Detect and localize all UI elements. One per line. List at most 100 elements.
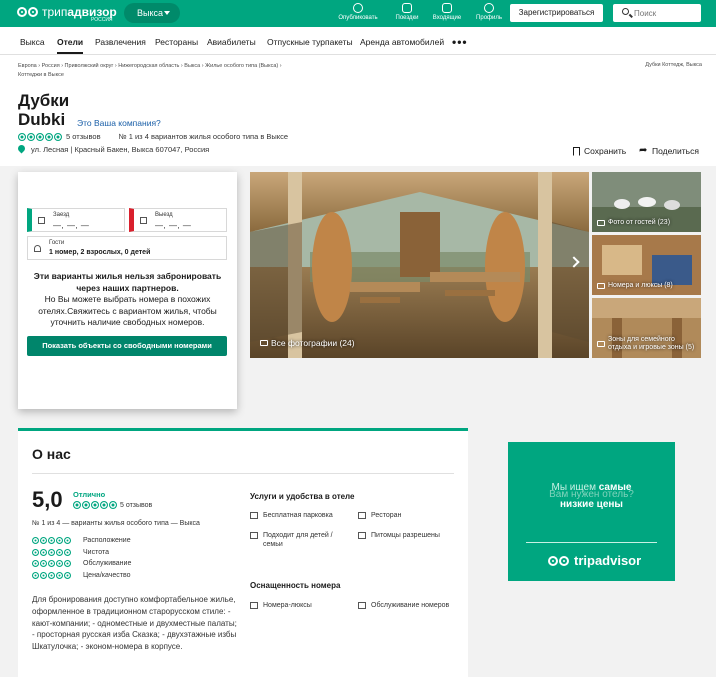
- breadcrumb-line-1[interactable]: Европа › Россия › Приволжский округ › Ни…: [18, 62, 388, 71]
- chevron-down-icon: [164, 11, 170, 15]
- amenity-label: Питомцы разрешены: [371, 532, 440, 539]
- rating-bubble-icon: [73, 501, 81, 509]
- amenity-family: Подходит для детей / семьи: [250, 531, 350, 549]
- subnav-item-hotels[interactable]: Отели: [57, 37, 83, 47]
- amenity-restaurant: Ресторан: [358, 511, 401, 520]
- about-rank[interactable]: № 1 из 4 — варианты жилья особого типа —…: [32, 520, 200, 527]
- booking-notice-title: Эти варианты жилья нельзя забронировать …: [33, 271, 222, 293]
- owl-icon: [548, 555, 570, 567]
- rating-bubble-icon: [54, 132, 62, 141]
- register-button[interactable]: Зарегистрироваться: [510, 4, 603, 22]
- checkout-field[interactable]: Выезд —, —, —: [129, 208, 227, 232]
- family-zones-thumb[interactable]: Зоны для семейного отдыха и игровые зоны…: [592, 298, 701, 358]
- ad-logo-text: tripadvisor: [574, 553, 642, 568]
- guests-label: Гости: [49, 240, 65, 246]
- rating-bubble-icon: [36, 132, 44, 141]
- rating-bubble-icon: [91, 501, 99, 509]
- paw-icon: [358, 532, 366, 539]
- main-photo[interactable]: Все фотографии (24): [250, 172, 589, 358]
- subnav-item-city[interactable]: Выкса: [20, 37, 45, 47]
- nav-profile-label: Профиль: [476, 15, 502, 21]
- search-input[interactable]: [634, 7, 694, 19]
- guest-photos-caption: Фото от гостей (23): [597, 219, 670, 227]
- ad-divider: [526, 542, 657, 543]
- sub-rating-label: Цена/качество: [83, 571, 131, 579]
- suitcase-icon: [402, 3, 412, 13]
- overall-score: 5,0: [32, 487, 63, 512]
- show-available-button[interactable]: Показать объекты со свободными номерами: [27, 336, 227, 356]
- description: Для бронирования доступно комфортабельно…: [32, 595, 237, 652]
- subnav-item-flights[interactable]: Авиабилеты: [207, 37, 256, 47]
- amenity-label: Бесплатная парковка: [263, 512, 333, 519]
- about-reviews-count[interactable]: 5 отзывов: [120, 502, 152, 509]
- room-feature-label: Номера-люксы: [263, 602, 312, 609]
- parking-icon: [250, 512, 258, 519]
- nav-inbox[interactable]: Входящие: [424, 3, 470, 21]
- checkout-label: Выезд: [155, 212, 173, 218]
- share-label: Поделиться: [652, 146, 699, 156]
- ad-subline: низкие цены: [560, 499, 623, 510]
- page-title-ru: Дубки: [18, 91, 70, 110]
- amenity-label: Подходит для детей / семьи: [263, 532, 333, 548]
- family-zones-label: Зоны для семейного отдыха и игровые зоны…: [608, 336, 695, 351]
- room-service-icon: [358, 602, 366, 609]
- booking-notice: Эти варианты жилья нельзя забронировать …: [26, 271, 229, 329]
- score-bubbles-row: 5 отзывов: [73, 501, 152, 509]
- rating-bubble-icon: [82, 501, 90, 509]
- subnav-item-packages[interactable]: Отпускные турпакеты: [267, 37, 353, 47]
- more-icon[interactable]: •••: [452, 35, 468, 49]
- rating-bubble-icon: [27, 132, 35, 141]
- search-icon: [622, 8, 629, 15]
- subnav-item-restaurants[interactable]: Рестораны: [155, 37, 198, 47]
- rooms-photos-thumb[interactable]: Номера и люксы (8): [592, 235, 701, 295]
- claim-business-link[interactable]: Это Ваша компания?: [77, 118, 161, 128]
- camera-icon: [260, 340, 268, 346]
- advertisement[interactable]: Мы ищем самые Вам нужен отель? низкие це…: [508, 442, 675, 581]
- breadcrumb-line-2[interactable]: Коттеджи в Выксе: [18, 71, 388, 80]
- sub-rating-location: Расположение: [32, 535, 131, 547]
- bookmark-icon: [573, 146, 580, 156]
- checkout-value: —, —, —: [155, 221, 192, 230]
- checkin-value: —, —, —: [53, 221, 90, 230]
- guests-field[interactable]: Гости 1 номер, 2 взрослых, 0 детей: [27, 236, 227, 260]
- restaurant-icon: [358, 512, 366, 519]
- rating-bubbles: [18, 132, 62, 141]
- geo-selector-button[interactable]: Выкса: [124, 3, 180, 23]
- map-pin-icon: [18, 145, 25, 154]
- guests-value: 1 номер, 2 взрослых, 0 детей: [49, 249, 151, 256]
- share-icon: [639, 145, 648, 156]
- family-zones-caption: Зоны для семейного отдыха и игровые зоны…: [597, 336, 699, 352]
- address: ул. Лесная | Красный Бакен, Выкса 607047…: [18, 145, 209, 154]
- user-icon: [484, 3, 494, 13]
- sub-rating-label: Расположение: [83, 537, 131, 545]
- rating-bubble-icon: [109, 501, 117, 509]
- search-box[interactable]: [613, 4, 701, 22]
- subnav-item-car-rental[interactable]: Аренда автомобилей: [360, 37, 444, 47]
- top-bar: трипадвизор РОССИЯ Выкса Опубликовать По…: [0, 0, 716, 27]
- share-button[interactable]: Поделиться: [639, 145, 699, 157]
- room-features-heading: Оснащенность номера: [250, 581, 341, 590]
- sub-ratings: Расположение Чистота Обслуживание Цена/к…: [32, 535, 131, 581]
- room-feature-label: Обслуживание номеров: [371, 602, 450, 609]
- rating-bubble-icon: [45, 132, 53, 141]
- sub-rating-service: Обслуживание: [32, 558, 131, 570]
- checkin-field[interactable]: Заезд —, —, —: [27, 208, 125, 232]
- divider: [32, 473, 454, 474]
- address-text[interactable]: ул. Лесная | Красный Бакен, Выкса 607047…: [31, 145, 209, 154]
- amenity-pets: Питомцы разрешены: [358, 531, 440, 540]
- reviews-count-link[interactable]: 5 отзывов: [66, 132, 101, 141]
- subnav-item-attractions[interactable]: Развлечения: [95, 37, 146, 47]
- nav-publish[interactable]: Опубликовать: [335, 3, 381, 21]
- active-tab-indicator: [57, 52, 83, 54]
- ad-tripadvisor-logo: tripadvisor: [548, 553, 641, 568]
- about-heading: О нас: [32, 446, 71, 462]
- amenity-label: Ресторан: [371, 512, 402, 519]
- guest-photos-thumb[interactable]: Фото от гостей (23): [592, 172, 701, 232]
- room-feature-service: Обслуживание номеров: [358, 601, 458, 610]
- amenities-heading: Услуги и удобства в отеле: [250, 492, 355, 501]
- ranking-text[interactable]: № 1 из 4 вариантов жилья особого типа в …: [119, 132, 288, 141]
- save-button[interactable]: Сохранить: [573, 146, 626, 156]
- guest-photos-label: Фото от гостей (23): [608, 219, 671, 226]
- nav-profile[interactable]: Профиль: [466, 3, 512, 21]
- all-photos-caption[interactable]: Все фотографии (24): [260, 338, 355, 348]
